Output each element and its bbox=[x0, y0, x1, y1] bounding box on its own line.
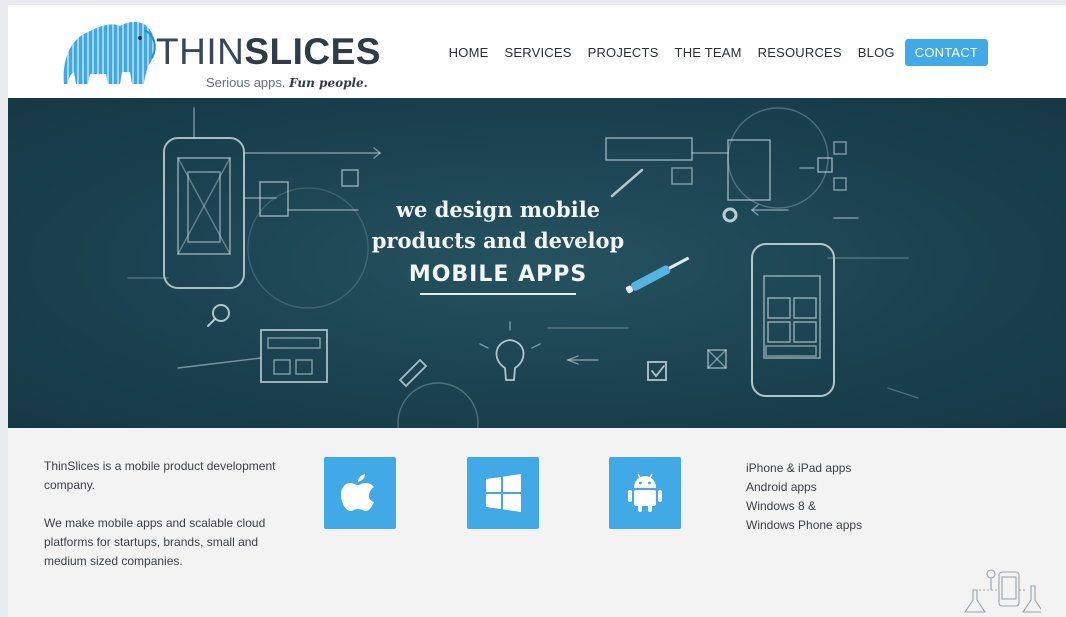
platform-android-tile[interactable] bbox=[609, 457, 681, 529]
brand-name-thin: THIN bbox=[156, 31, 245, 72]
hero-line-1: we design mobile bbox=[395, 197, 601, 222]
hero-headline: we design mobile products and develop MO… bbox=[368, 194, 628, 295]
site-header: THINSLICES Serious apps. Fun people. HOM… bbox=[8, 5, 1066, 98]
apps-list-item: Windows 8 & bbox=[746, 499, 817, 513]
description-paragraph-2: We make mobile apps and scalable cloud p… bbox=[44, 516, 266, 568]
tagline-fun: Fun people. bbox=[289, 76, 368, 90]
elephant-logo-icon bbox=[63, 21, 156, 84]
nav-resources[interactable]: RESOURCES bbox=[750, 39, 850, 66]
brand-name: THINSLICES bbox=[156, 32, 381, 72]
brand-name-bold: SLICES bbox=[244, 31, 381, 72]
hero-banner: we design mobile products and develop MO… bbox=[8, 98, 1066, 428]
brand-tagline: Serious apps. Fun people. bbox=[206, 75, 368, 90]
nav-home[interactable]: HOME bbox=[441, 39, 497, 66]
lab-flask-icon bbox=[963, 569, 1041, 613]
nav-projects[interactable]: PROJECTS bbox=[580, 39, 667, 66]
hero-line-2: products and develop bbox=[371, 228, 625, 253]
nav-blog[interactable]: BLOG bbox=[850, 39, 903, 66]
platform-windows-tile[interactable] bbox=[467, 457, 539, 529]
apps-list: iPhone & iPad apps Android apps Windows … bbox=[746, 459, 862, 535]
android-icon bbox=[628, 473, 662, 512]
main-nav: HOME SERVICES PROJECTS THE TEAM RESOURCE… bbox=[441, 39, 988, 66]
company-description: ThinSlices is a mobile product developme… bbox=[44, 457, 284, 590]
site-logo[interactable]: THINSLICES Serious apps. Fun people. bbox=[60, 16, 380, 90]
apps-list-item: Android apps bbox=[746, 480, 817, 494]
windows-icon bbox=[486, 474, 521, 512]
tagline-serious: Serious apps. bbox=[206, 75, 286, 90]
description-paragraph-1: ThinSlices is a mobile product developme… bbox=[44, 459, 276, 492]
apple-icon bbox=[341, 474, 374, 511]
platform-ios-tile[interactable] bbox=[324, 457, 396, 529]
apps-list-item: Windows Phone apps bbox=[746, 518, 863, 532]
apps-list-item: iPhone & iPad apps bbox=[746, 461, 852, 475]
nav-services[interactable]: SERVICES bbox=[496, 39, 579, 66]
intro-section: ThinSlices is a mobile product developme… bbox=[8, 428, 1066, 617]
hero-underline bbox=[420, 293, 576, 295]
nav-contact-button[interactable]: CONTACT bbox=[904, 39, 988, 66]
nav-the-team[interactable]: THE TEAM bbox=[667, 39, 750, 66]
hero-line-3: MOBILE APPS bbox=[408, 262, 588, 287]
browser-page: THINSLICES Serious apps. Fun people. HOM… bbox=[8, 5, 1066, 617]
